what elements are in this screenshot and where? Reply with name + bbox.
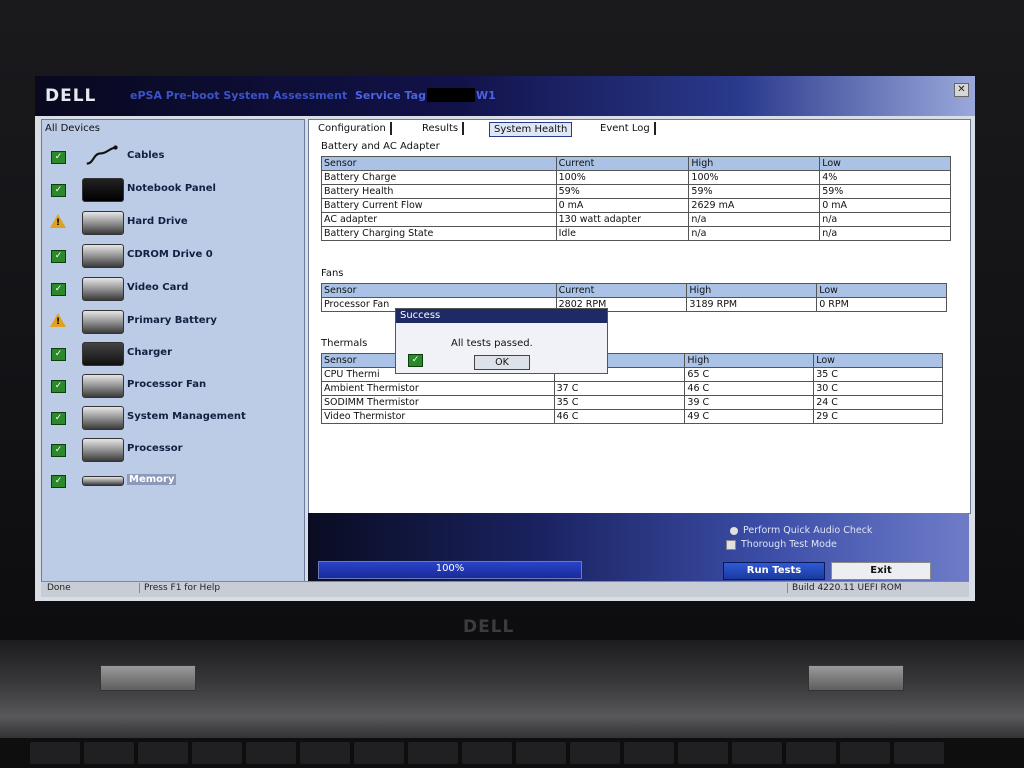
fans-section-title: Fans bbox=[321, 268, 344, 279]
table-row: SODIMM Thermistor 35 C 39 C 24 C bbox=[321, 395, 943, 410]
hard-drive-icon bbox=[82, 211, 124, 235]
pass-check-icon: ✓ bbox=[51, 348, 66, 361]
device-label: Processor bbox=[127, 443, 183, 454]
table-row: Ambient Thermistor 37 C 46 C 30 C bbox=[321, 381, 943, 396]
build-info: Build 4220.11 UEFI ROM bbox=[787, 583, 902, 593]
system-management-icon bbox=[82, 406, 124, 430]
service-tag-redaction bbox=[427, 88, 475, 102]
progress-bar: 100% bbox=[318, 561, 582, 579]
table-header-row: Sensor Current High Low bbox=[321, 283, 947, 298]
bezel-logo: DELL bbox=[463, 617, 515, 637]
battery-table: Sensor Current High Low Battery Charge 100% 1… bbox=[321, 156, 951, 241]
battery-icon bbox=[82, 310, 124, 334]
device-label: Processor Fan bbox=[127, 379, 207, 390]
video-card-icon bbox=[82, 277, 124, 301]
table-row: Battery Charging State Idle n/a n/a bbox=[321, 226, 951, 241]
status-bar: Done Press F1 for Help Build 4220.11 UEF… bbox=[41, 581, 969, 597]
table-row: Battery Current Flow 0 mA 2629 mA 0 mA bbox=[321, 198, 951, 213]
radio-icon[interactable] bbox=[730, 526, 738, 535]
success-check-icon: ✓ bbox=[408, 354, 423, 367]
device-item-primary-battery[interactable]: ! Primary Battery bbox=[42, 307, 304, 337]
device-item-system-management[interactable]: ✓ System Management bbox=[42, 403, 304, 433]
device-item-charger[interactable]: ✓ Charger bbox=[42, 339, 304, 369]
checkbox-icon[interactable] bbox=[726, 539, 736, 550]
progress-text: 100% bbox=[435, 563, 465, 574]
table-row: Video Thermistor 46 C 49 C 29 C bbox=[321, 409, 943, 424]
service-tag-label: Service Tag bbox=[355, 89, 426, 102]
fan-icon bbox=[82, 374, 124, 398]
pass-check-icon: ✓ bbox=[51, 283, 66, 296]
quick-audio-check-option[interactable]: Perform Quick Audio Check bbox=[730, 525, 872, 536]
table-header-row: Sensor Current High Low bbox=[321, 156, 951, 171]
device-label: Charger bbox=[127, 347, 173, 358]
device-label: Primary Battery bbox=[127, 315, 217, 326]
dialog-message: All tests passed. bbox=[451, 338, 533, 349]
app-title: ePSA Pre-boot System Assessment bbox=[130, 89, 348, 102]
device-item-processor[interactable]: ✓ Processor bbox=[42, 435, 304, 465]
cdrom-drive-icon bbox=[82, 244, 124, 268]
device-list: All Devices ✓ Cables ✓ Notebook Panel ! … bbox=[41, 119, 305, 582]
table-row: Battery Health 59% 59% 59% bbox=[321, 184, 951, 199]
dell-logo: DELL bbox=[45, 86, 97, 106]
table-row: AC adapter 130 watt adapter n/a n/a bbox=[321, 212, 951, 227]
processor-icon bbox=[82, 438, 124, 462]
device-label: Memory bbox=[127, 474, 177, 485]
table-row: Battery Charge 100% 100% 4% bbox=[321, 170, 951, 185]
device-item-processor-fan[interactable]: ✓ Processor Fan bbox=[42, 371, 304, 401]
action-bar: Perform Quick Audio Check Thorough Test … bbox=[308, 513, 969, 581]
device-item-memory[interactable]: ✓ Memory bbox=[42, 466, 304, 496]
close-button[interactable]: ✕ bbox=[954, 83, 969, 97]
tab-configuration[interactable]: Configuration bbox=[314, 122, 392, 135]
device-label: Video Card bbox=[127, 282, 189, 293]
device-label: CDROM Drive 0 bbox=[127, 249, 213, 260]
memory-icon bbox=[82, 476, 124, 486]
epsa-window: DELL ePSA Pre-boot System Assessment Ser… bbox=[35, 76, 975, 601]
pass-check-icon: ✓ bbox=[51, 184, 66, 197]
notebook-panel-icon bbox=[82, 178, 124, 202]
ok-button[interactable]: OK bbox=[474, 355, 530, 370]
device-item-notebook-panel[interactable]: ✓ Notebook Panel bbox=[42, 175, 304, 205]
cable-icon bbox=[86, 145, 118, 165]
left-hinge bbox=[100, 665, 196, 691]
right-hinge bbox=[808, 665, 904, 691]
keyboard-row bbox=[0, 738, 1024, 768]
device-item-video-card[interactable]: ✓ Video Card bbox=[42, 274, 304, 304]
pass-check-icon: ✓ bbox=[51, 475, 66, 488]
pass-check-icon: ✓ bbox=[51, 444, 66, 457]
device-item-hard-drive[interactable]: ! Hard Drive bbox=[42, 208, 304, 238]
device-label: Notebook Panel bbox=[127, 183, 216, 194]
dialog-title: Success bbox=[396, 309, 607, 323]
pass-check-icon: ✓ bbox=[51, 380, 66, 393]
tab-results[interactable]: Results bbox=[418, 122, 465, 135]
charger-icon bbox=[82, 342, 124, 366]
service-tag-suffix: W1 bbox=[476, 89, 496, 102]
tab-system-health[interactable]: System Health bbox=[489, 122, 573, 137]
device-label: Cables bbox=[127, 150, 165, 161]
run-tests-button[interactable]: Run Tests bbox=[723, 562, 825, 580]
device-label: System Management bbox=[127, 411, 246, 422]
battery-section-title: Battery and AC Adapter bbox=[321, 141, 440, 152]
device-list-title: All Devices bbox=[45, 123, 100, 134]
title-bar: DELL ePSA Pre-boot System Assessment Ser… bbox=[35, 76, 975, 116]
device-item-cdrom[interactable]: ✓ CDROM Drive 0 bbox=[42, 241, 304, 271]
device-label: Hard Drive bbox=[127, 216, 188, 227]
success-dialog: Success ✓ All tests passed. OK bbox=[395, 308, 608, 374]
pass-check-icon: ✓ bbox=[51, 412, 66, 425]
pass-check-icon: ✓ bbox=[51, 250, 66, 263]
tab-event-log[interactable]: Event Log bbox=[596, 122, 656, 135]
exit-button[interactable]: Exit bbox=[831, 562, 931, 580]
pass-check-icon: ✓ bbox=[51, 151, 66, 164]
status-text: Done bbox=[47, 583, 71, 593]
device-item-cables[interactable]: ✓ Cables bbox=[42, 142, 304, 172]
thorough-test-mode-option[interactable]: Thorough Test Mode bbox=[726, 539, 837, 550]
help-hint: Press F1 for Help bbox=[139, 583, 220, 593]
thermals-section-title: Thermals bbox=[321, 338, 368, 349]
